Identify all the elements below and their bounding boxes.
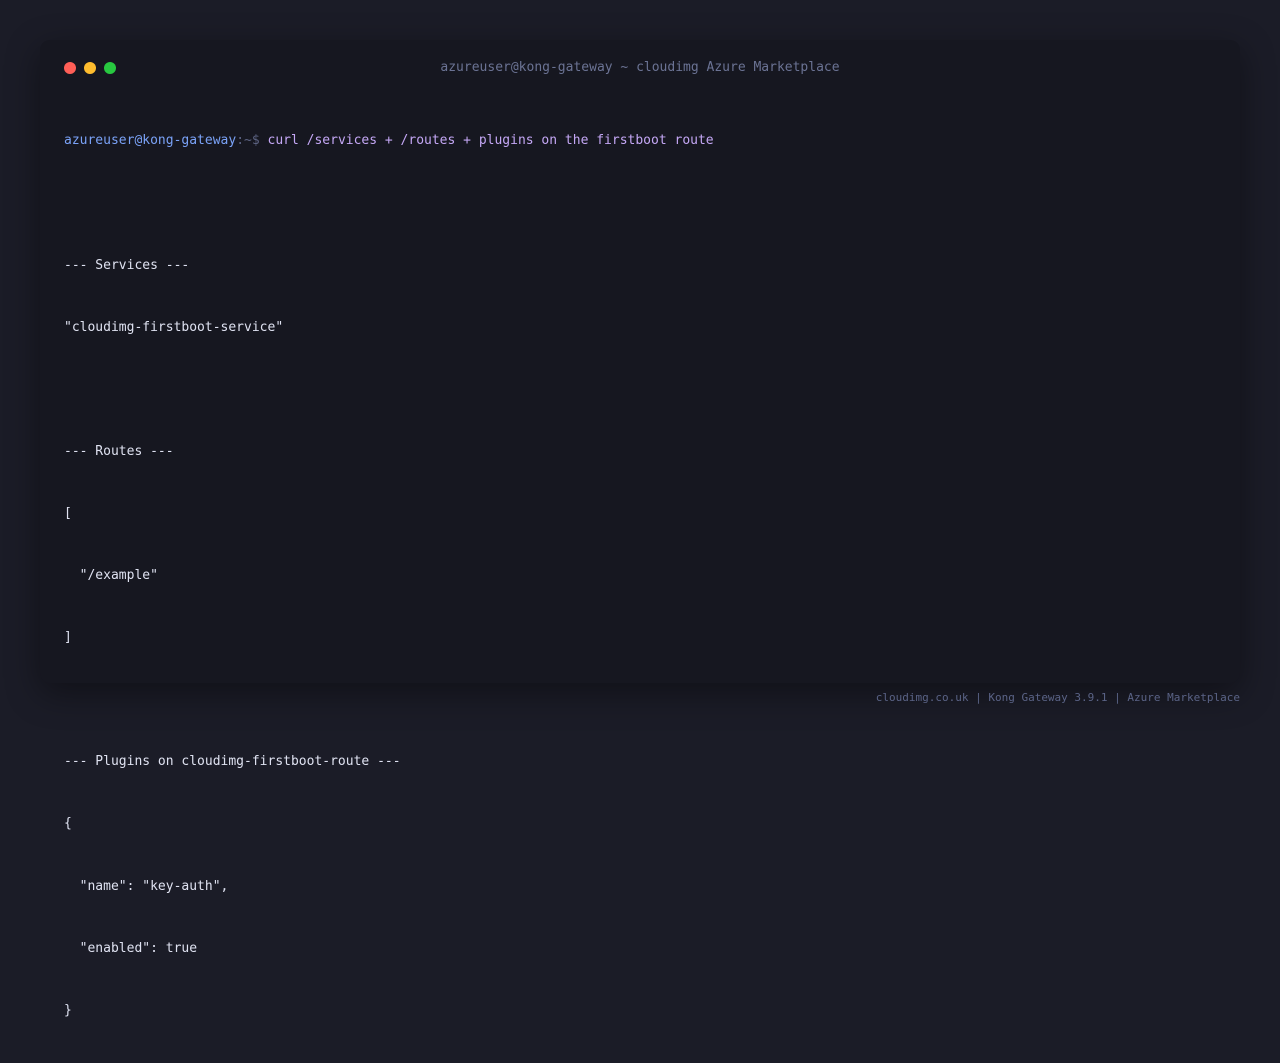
window-titlebar: azureuser@kong-gateway ~ cloudimg Azure …: [40, 40, 1240, 96]
plugins-name-line: "name": "key-auth",: [64, 878, 229, 894]
prompt-user-host: azureuser@kong-gateway: [64, 133, 237, 149]
plugins-close-brace: }: [64, 1002, 72, 1018]
terminal-window: azureuser@kong-gateway ~ cloudimg Azure …: [40, 40, 1240, 1018]
prompt-path-symbol: :~$: [236, 133, 260, 149]
routes-close-bracket: ]: [64, 630, 72, 646]
terminal-output[interactable]: azureuser@kong-gateway:~$ curl /services…: [64, 90, 1214, 1063]
window-title: azureuser@kong-gateway ~ cloudimg Azure …: [440, 60, 840, 75]
footer-caption: cloudimg.co.uk | Kong Gateway 3.9.1 | Az…: [875, 691, 1240, 704]
command-line: azureuser@kong-gateway:~$ curl /services…: [64, 131, 1214, 152]
plugins-open-brace: {: [64, 816, 72, 832]
plugins-enabled-line: "enabled": true: [64, 940, 198, 956]
routes-open-bracket: [: [64, 505, 72, 521]
services-value: "cloudimg-firstboot-service": [64, 319, 284, 335]
plugins-header: --- Plugins on cloudimg-firstboot-route …: [64, 754, 401, 770]
prompt-command: curl /services + /routes + plugins on th…: [267, 133, 714, 149]
routes-header: --- Routes ---: [64, 443, 174, 459]
routes-item: "/example": [64, 568, 158, 584]
services-header: --- Services ---: [64, 257, 190, 273]
